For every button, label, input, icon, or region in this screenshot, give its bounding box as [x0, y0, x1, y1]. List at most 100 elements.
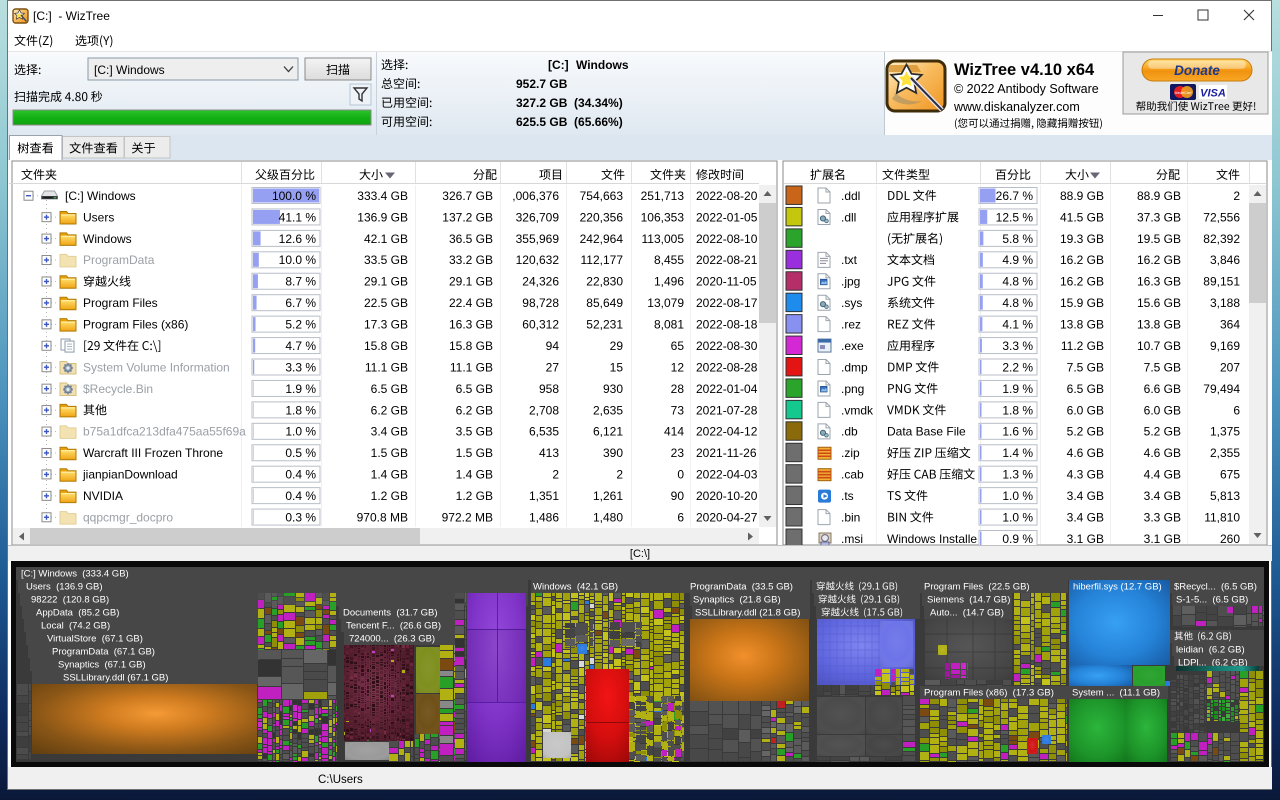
svg-text:42.1 GB: 42.1 GB [364, 232, 408, 246]
svg-text:13.8 GB: 13.8 GB [1060, 318, 1104, 332]
svg-text:Donate: Donate [1174, 63, 1220, 78]
svg-text:2022-08-18: 2022-08-18 [696, 318, 758, 332]
svg-text:137.2 GB: 137.2 GB [442, 210, 493, 224]
svg-text:2022-04-12: 2022-04-12 [696, 425, 758, 439]
svg-text:94: 94 [546, 339, 560, 353]
svg-text:System Volume Information: System Volume Information [83, 360, 230, 374]
svg-text:11.1 GB: 11.1 GB [450, 360, 493, 374]
svg-text:1.0 %: 1.0 % [1002, 510, 1033, 524]
svg-text:625.5 GB (65.66%): 625.5 GB (65.66%) [516, 115, 623, 129]
svg-text:3.1 GB: 3.1 GB [1144, 532, 1181, 546]
svg-text:41.5 GB: 41.5 GB [1060, 210, 1104, 224]
svg-text:1,486: 1,486 [529, 510, 559, 524]
svg-text:11.2 GB: 11.2 GB [1061, 339, 1104, 353]
svg-text:73: 73 [671, 403, 685, 417]
svg-text:3.3 %: 3.3 % [1002, 339, 1033, 353]
svg-text:22,830: 22,830 [586, 275, 623, 289]
svg-text:[C:] Windows: [C:] Windows [94, 63, 165, 77]
svg-text:85,649: 85,649 [586, 296, 623, 310]
svg-text:1.0 %: 1.0 % [285, 425, 316, 439]
svg-text:Windows: Windows [83, 232, 132, 246]
svg-text:5.2 %: 5.2 % [285, 318, 316, 332]
svg-text:1.0 %: 1.0 % [1002, 489, 1033, 503]
svg-text:19.3 GB: 19.3 GB [1060, 232, 1104, 246]
svg-text:3,846: 3,846 [1210, 253, 1240, 267]
svg-text:Users (136.9 GB): Users (136.9 GB) [26, 582, 103, 593]
svg-text:4.9 %: 4.9 % [1002, 253, 1033, 267]
svg-text:MasterCard: MasterCard [1175, 91, 1192, 95]
svg-text:1,261: 1,261 [593, 489, 623, 503]
svg-text:.zip: .zip [841, 446, 860, 460]
svg-text:8,081: 8,081 [654, 318, 684, 332]
svg-text:Windows (42.1 GB): Windows (42.1 GB) [533, 582, 618, 593]
svg-text:ProgramData: ProgramData [83, 253, 155, 267]
svg-text:26.7 %: 26.7 % [996, 189, 1034, 203]
svg-text:AppData (85.2 GB): AppData (85.2 GB) [36, 608, 119, 619]
svg-text:413: 413 [539, 446, 559, 460]
svg-text:33.5 GB: 33.5 GB [364, 253, 408, 267]
svg-text:6.0 GB: 6.0 GB [1067, 403, 1104, 417]
svg-text:90: 90 [671, 489, 685, 503]
svg-text:© 2022 Antibody Software: © 2022 Antibody Software [954, 82, 1099, 96]
svg-text:4.6 GB: 4.6 GB [1144, 446, 1181, 460]
svg-text:,006,376: ,006,376 [512, 189, 559, 203]
svg-text:1.9 %: 1.9 % [1002, 382, 1033, 396]
svg-text:www.diskanalyzer.com: www.diskanalyzer.com [953, 100, 1080, 114]
svg-text:10.7 GB: 10.7 GB [1137, 339, 1181, 353]
svg-text:16.2 GB: 16.2 GB [1137, 253, 1181, 267]
svg-text:0.4 %: 0.4 % [285, 468, 316, 482]
svg-text:17.3 GB: 17.3 GB [364, 318, 408, 332]
svg-text:12.5 %: 12.5 % [996, 210, 1034, 224]
svg-text:4.8 %: 4.8 % [1002, 275, 1033, 289]
svg-text:Siemens (14.7 GB): Siemens (14.7 GB) [927, 595, 1010, 606]
svg-text:3.5 GB: 3.5 GB [456, 425, 493, 439]
svg-text:15.9 GB: 15.9 GB [1060, 296, 1104, 310]
svg-text:1.6 %: 1.6 % [1002, 425, 1033, 439]
svg-text:NVIDIA: NVIDIA [83, 489, 123, 503]
svg-text:29: 29 [610, 339, 624, 353]
svg-text:hiberfil.sys (12.7 GB): hiberfil.sys (12.7 GB) [1073, 582, 1162, 593]
svg-text:6,535: 6,535 [529, 425, 559, 439]
svg-text:Windows Installe: Windows Installe [887, 532, 977, 546]
svg-text:.jpg: .jpg [841, 275, 860, 289]
svg-text:88.9 GB: 88.9 GB [1060, 189, 1104, 203]
svg-text:36.5 GB: 36.5 GB [449, 232, 493, 246]
svg-text:4.8 %: 4.8 % [1002, 296, 1033, 310]
svg-text:Auto... (14.7 GB): Auto... (14.7 GB) [930, 608, 1004, 619]
svg-text:4.1 %: 4.1 % [1002, 318, 1033, 332]
svg-text:242,964: 242,964 [580, 232, 624, 246]
svg-text:[C:] - WizTree: [C:] - WizTree [33, 9, 110, 23]
svg-text:72,556: 72,556 [1203, 210, 1240, 224]
svg-text:VirtualStore (67.1 GB): VirtualStore (67.1 GB) [47, 634, 143, 645]
svg-text:364: 364 [1220, 318, 1240, 332]
svg-text:3.1 GB: 3.1 GB [1067, 532, 1104, 546]
svg-text:VISA: VISA [1200, 88, 1226, 100]
svg-text:3.4 GB: 3.4 GB [1067, 489, 1104, 503]
svg-text:6.6 GB: 6.6 GB [1144, 382, 1181, 396]
svg-text:2022-01-05: 2022-01-05 [696, 210, 758, 224]
svg-text:333.4 GB: 333.4 GB [357, 189, 408, 203]
svg-text:2022-04-03: 2022-04-03 [696, 468, 758, 482]
svg-text:7.5 GB: 7.5 GB [1067, 360, 1104, 374]
svg-text:6.2 GB: 6.2 GB [456, 403, 493, 417]
svg-text:724000... (26.3 GB): 724000... (26.3 GB) [349, 634, 435, 645]
svg-text:6.5 GB: 6.5 GB [456, 382, 493, 396]
svg-text:11.1 GB: 11.1 GB [365, 360, 408, 374]
svg-text:WizTree v4.10 x64: WizTree v4.10 x64 [954, 61, 1095, 79]
svg-text:98222 (120.8 GB): 98222 (120.8 GB) [31, 595, 109, 606]
svg-text:1.3 %: 1.3 % [1002, 468, 1033, 482]
svg-text:5.2 GB: 5.2 GB [1144, 425, 1181, 439]
svg-text:Data Base File: Data Base File [887, 425, 966, 439]
svg-text:4.3 GB: 4.3 GB [1067, 468, 1104, 482]
svg-text:2020-10-20: 2020-10-20 [696, 489, 758, 503]
svg-text:4.4 GB: 4.4 GB [1144, 468, 1181, 482]
svg-text:6: 6 [1233, 403, 1240, 417]
svg-text:13.8 GB: 13.8 GB [1137, 318, 1181, 332]
svg-text:2,635: 2,635 [593, 403, 623, 417]
svg-text:1.2 GB: 1.2 GB [371, 489, 408, 503]
svg-text:2021-07-28: 2021-07-28 [696, 403, 758, 417]
svg-text:1.4 %: 1.4 % [1002, 446, 1033, 460]
svg-text:970.8 MB: 970.8 MB [357, 510, 408, 524]
svg-text:100.0 %: 100.0 % [272, 189, 316, 203]
svg-text:3.3 GB: 3.3 GB [1144, 510, 1181, 524]
